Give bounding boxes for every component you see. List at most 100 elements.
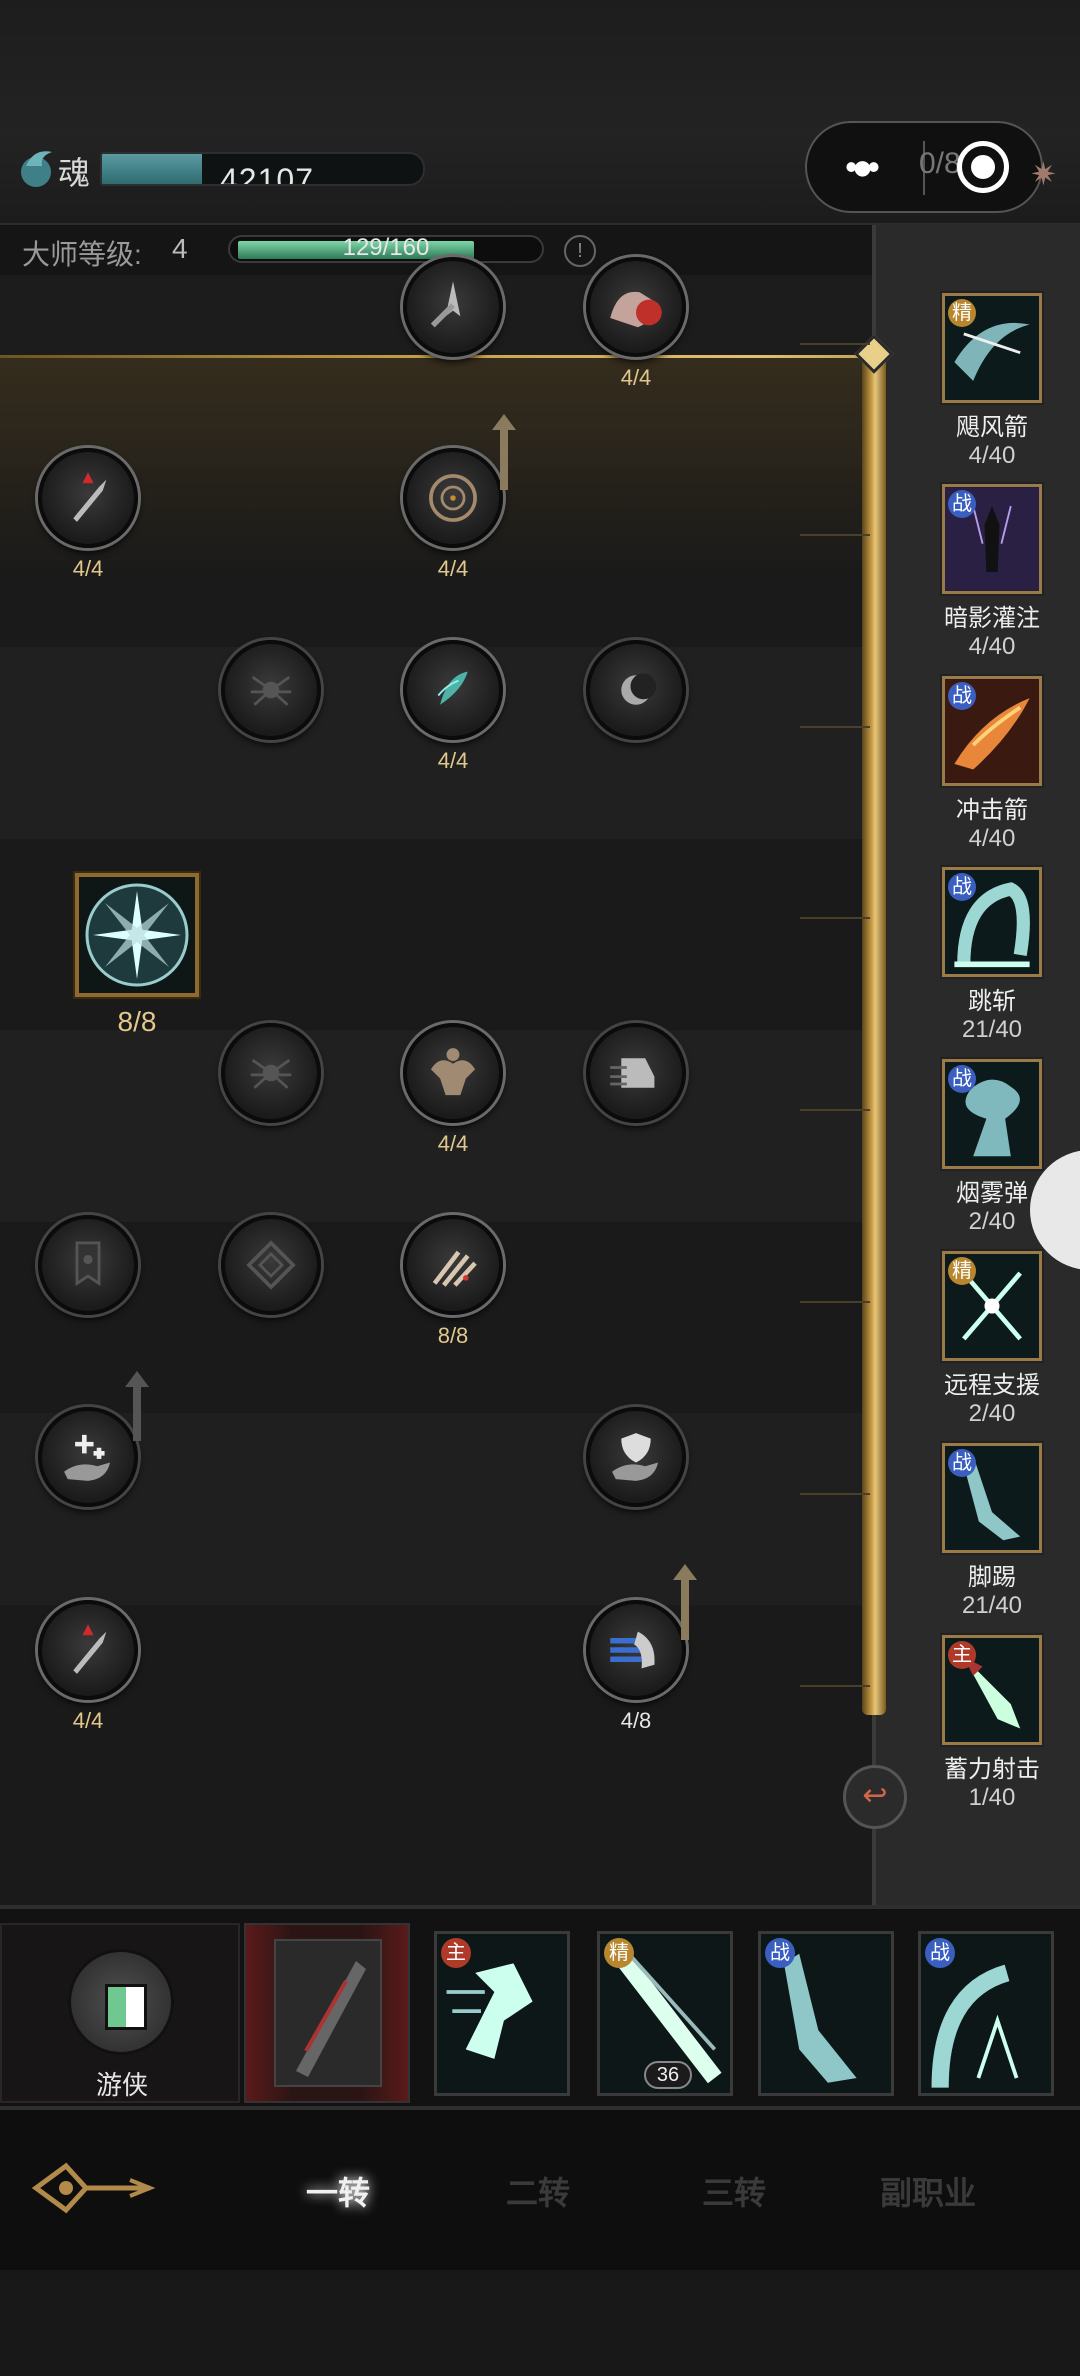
ultimate-talent-node[interactable] [75,873,199,997]
talent-node[interactable] [403,257,503,357]
skill-level: 2/40 [968,1208,1016,1235]
muscle-icon [430,1048,476,1096]
talent-node[interactable] [403,1215,503,1315]
talent-node[interactable] [586,640,686,740]
tab-third-advance[interactable]: 三转 [702,2168,766,2214]
skill-icon: 战 [942,484,1042,594]
skill-card[interactable]: 精远程支援 2/40 [938,1251,1046,1428]
skill-card[interactable]: 战脚踢 21/40 [938,1443,1046,1620]
weapon-icon [274,1939,382,2087]
soul-value: 42107 [220,162,314,186]
speed-boot-icon [610,1058,655,1088]
red-hand-icon [610,291,662,328]
shield-hand-icon [612,1433,659,1481]
rail-tick [800,1685,870,1687]
rail-tick [800,917,870,919]
talent-node[interactable] [38,1215,138,1315]
more-icon[interactable]: •●• [845,149,880,185]
skill-name: 跳斩 [968,988,1016,1015]
equipped-bar: 游侠 主 精 36 战 战 [0,1905,1080,2110]
talent-node[interactable] [586,1407,686,1507]
skill-name: 蓄力射击 [944,1756,1040,1783]
skill-type-badge: 战 [765,1938,795,1968]
talent-node[interactable] [221,1023,321,1123]
dash-icon [610,1631,655,1669]
skill-card[interactable]: 战烟雾弹 2/40 [938,1059,1046,1236]
close-target-icon[interactable] [957,141,1009,193]
skill-type-badge: 战 [948,682,976,710]
hotbar-skill-slot[interactable]: 主 [434,1931,570,2096]
tab-second-advance[interactable]: 二转 [506,2168,570,2214]
class-name: 游侠 [95,2070,148,2100]
skill-type-badge: 精 [948,1257,976,1285]
talent-node[interactable] [38,1407,138,1507]
moon-icon [621,673,657,705]
skill-type-badge: 战 [948,1065,976,1093]
miniprogram-capsule[interactable]: •●• 0/8 [805,121,1043,213]
rail-tick [800,1109,870,1111]
diamond-cross-icon [246,1240,296,1290]
talent-node-level: 4/4 [437,556,469,581]
skill-card[interactable]: 战跳斩 21/40 [938,867,1046,1044]
talent-node[interactable] [221,640,321,740]
skill-name: 飓风箭 [956,414,1028,441]
bottom-safe-area [0,2270,1080,2376]
rail-tick [800,726,870,728]
class-book-icon[interactable] [68,1949,174,2055]
rail-tick [800,343,870,345]
master-level-label: 大师等级: [22,239,142,270]
talent-node[interactable] [403,1023,503,1123]
hotbar-skill-slot[interactable]: 精 36 [597,1931,733,2096]
capsule-count: 0/8 [919,147,961,180]
soul-label: 魂 [58,155,91,191]
skill-type-badge: 精 [604,1938,634,1968]
spider-icon [250,675,292,706]
back-emblem-icon[interactable] [30,2158,156,2218]
connector-arrow-icon [125,1371,149,1441]
skill-card[interactable]: 主蓄力射击 1/40 [938,1635,1046,1812]
skill-level: 4/40 [968,442,1016,469]
talent-node[interactable] [221,1215,321,1315]
skill-icon: 战 [942,676,1042,786]
banner-icon [75,1241,101,1286]
skill-name: 脚踢 [968,1564,1016,1591]
skill-icon: 战 [942,867,1042,977]
talent-node-level: 8/8 [117,1006,157,1037]
hotbar-skill-slot[interactable]: 战 [758,1931,894,2096]
spider-icon [250,1058,292,1089]
talent-node-level: 4/4 [437,748,469,773]
talent-node-level: 4/8 [620,1708,652,1733]
weapon-slot[interactable] [244,1923,410,2103]
skill-card[interactable]: 精飓风箭 4/40 [938,293,1046,470]
tab-subclass[interactable]: 副职业 [880,2168,976,2214]
master-exp-text: 129/160 [342,234,430,261]
hotbar-skill-slot[interactable]: 战 [918,1931,1054,2096]
skill-card[interactable]: 战冲击箭 4/40 [938,676,1046,853]
tab-first-advance[interactable]: 一转 [306,2168,370,2214]
reset-button[interactable]: ↩ [843,1765,907,1829]
talent-node[interactable] [38,448,138,548]
talent-node[interactable] [403,640,503,740]
skill-type-badge: 战 [948,490,976,518]
skill-level: 21/40 [961,1592,1023,1619]
skill-level: 2/40 [968,1400,1016,1427]
skill-card[interactable]: 战暗影灌注 4/40 [938,484,1046,661]
talent-node[interactable] [586,1600,686,1700]
talent-node[interactable] [38,1600,138,1700]
skill-icon: 主 [942,1635,1042,1745]
rail-tick [800,1493,870,1495]
skill-type-badge: 主 [441,1938,471,1968]
talent-node[interactable] [586,1023,686,1123]
skill-icon: 精 [942,1251,1042,1361]
talent-node-level: 4/4 [72,556,104,581]
skill-type-badge: 战 [948,873,976,901]
skill-level: 21/40 [961,1016,1023,1043]
talent-node-level: 4/4 [72,1708,104,1733]
talent-node[interactable] [586,257,686,357]
class-panel[interactable]: 游侠 [0,1923,240,2103]
soul-orb-icon [21,151,52,187]
skill-name: 暗影灌注 [944,605,1040,632]
star-icon: ✷ [1030,156,1057,192]
skill-icon: 精 [942,293,1042,403]
talent-node[interactable] [403,448,503,548]
